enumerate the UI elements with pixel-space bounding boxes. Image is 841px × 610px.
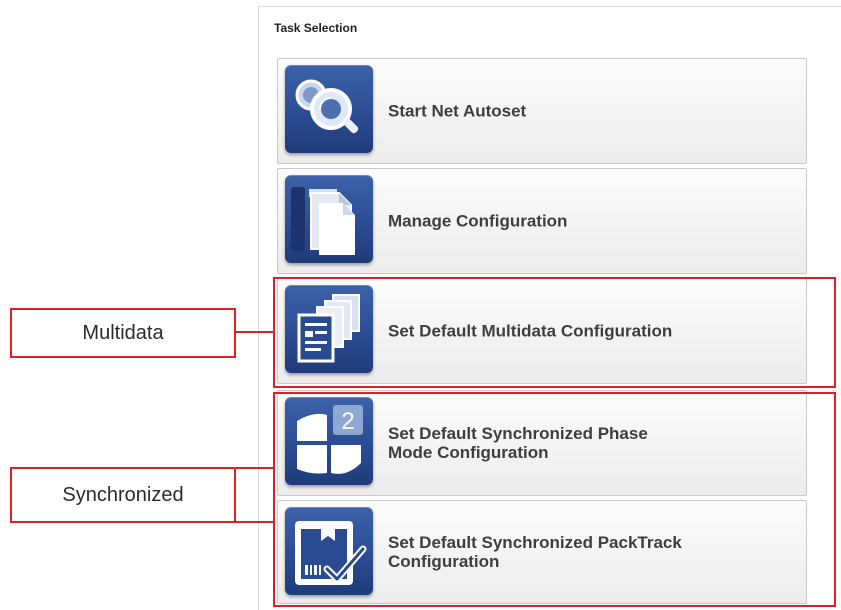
documents-icon [285,175,373,263]
panel-title: Task Selection [274,21,358,35]
synchronized-callout-line-top [235,467,273,469]
multidata-callout-line [235,331,273,333]
magnifier-icon [285,65,373,153]
task-label: Set Default Multidata Configuration [388,321,673,341]
phase-mode-icon: 2 [285,397,373,485]
task-start-net-autoset[interactable]: Start Net Autoset [277,58,807,164]
task-label: Manage Configuration [388,211,568,231]
multidata-callout-label: Multidata [10,308,236,358]
task-label: Set Default Synchronized Phase Mode Conf… [388,424,794,462]
packtrack-check-icon [285,507,373,595]
task-label: Start Net Autoset [388,101,527,121]
task-label-line2: Mode Configuration [388,443,549,462]
synchronized-callout-line-bottom [235,521,273,523]
task-label-line1: Set Default Synchronized PackTrack [388,533,682,552]
task-label-line1: Set Default Synchronized Phase [388,424,648,443]
synchronized-callout-label: Synchronized [10,467,236,523]
task-label: Set Default Synchronized PackTrack Confi… [388,533,794,571]
svg-text:2: 2 [341,408,354,435]
task-label-line2: Configuration [388,552,500,571]
multidata-docs-icon [285,285,373,373]
task-set-default-sync-packtrack[interactable]: Set Default Synchronized PackTrack Confi… [277,500,807,604]
task-set-default-multidata[interactable]: Set Default Multidata Configuration [277,278,807,384]
task-set-default-sync-phase[interactable]: 2 Set Default Synchronized Phase Mode Co… [277,390,807,496]
task-manage-configuration[interactable]: Manage Configuration [277,168,807,274]
